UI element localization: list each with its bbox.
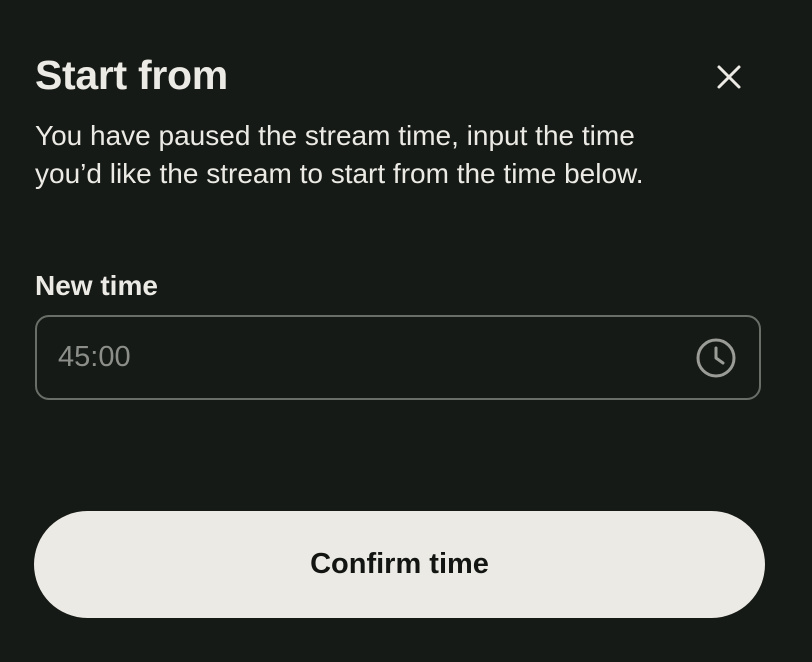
clock-icon[interactable] xyxy=(694,336,738,380)
start-from-dialog: Start from You have paused the stream ti… xyxy=(0,0,812,662)
dialog-description: You have paused the stream time, input t… xyxy=(35,120,644,189)
new-time-input[interactable] xyxy=(37,317,694,398)
confirm-time-button[interactable]: Confirm time xyxy=(34,511,765,618)
close-icon xyxy=(716,64,742,90)
new-time-label: New time xyxy=(35,270,158,301)
close-button[interactable] xyxy=(709,57,749,97)
new-time-field[interactable] xyxy=(35,315,761,400)
dialog-title: Start from xyxy=(35,52,228,98)
